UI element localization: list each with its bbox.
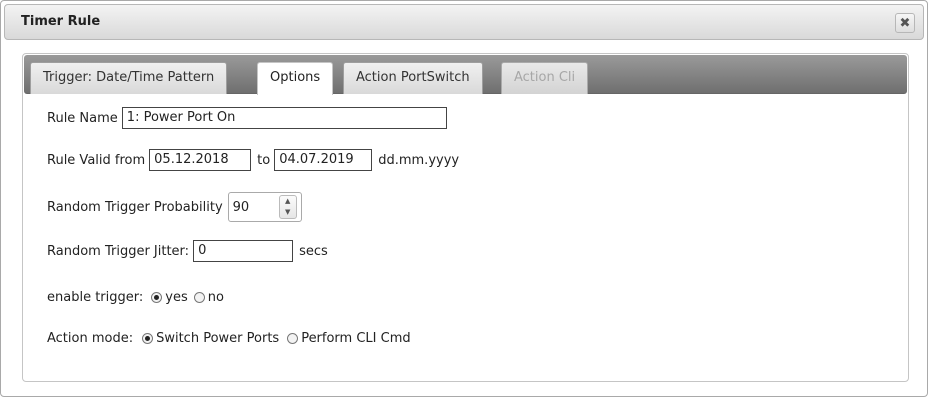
switch-power-ports-label[interactable]: Switch Power Ports [156,331,279,346]
enable-trigger-row: enable trigger: yes no [47,290,224,305]
tab-strip: Trigger: Date/Time Pattern Options Actio… [24,55,907,95]
perform-cli-cmd-label[interactable]: Perform CLI Cmd [301,331,410,346]
enable-yes-label[interactable]: yes [165,290,187,305]
action-mode-row: Action mode: Switch Power Ports Perform … [47,331,411,346]
rule-valid-row: Rule Valid from 05.12.2018 to 04.07.2019… [47,149,459,171]
probability-row: Random Trigger Probability 90 ▲ ▼ [47,192,302,222]
enable-no-radio[interactable] [193,292,205,303]
valid-to-value: 04.07.2019 [279,152,354,167]
probability-label: Random Trigger Probability [47,199,223,215]
dialog-titlebar[interactable]: Timer Rule ✖ [4,4,924,40]
tab-action-portswitch[interactable]: Action PortSwitch [343,62,483,94]
action-mode-label: Action mode: [47,331,134,346]
close-icon: ✖ [899,15,911,31]
tab-label: Action PortSwitch [356,70,470,85]
valid-from-input[interactable]: 05.12.2018 [149,149,252,171]
valid-to-input[interactable]: 04.07.2019 [274,149,373,171]
rule-name-row: Rule Name 1: Power Port On [47,107,447,129]
spinner-buttons: ▲ ▼ [278,195,297,219]
timer-rule-dialog: Timer Rule ✖ Trigger: Date/Time Pattern … [0,0,928,397]
enable-trigger-label: enable trigger: [47,290,144,305]
probability-value: 90 [232,199,250,215]
jitter-value: 0 [198,243,207,258]
tab-label: Trigger: Date/Time Pattern [43,70,215,85]
valid-from-value: 05.12.2018 [154,152,229,167]
tab-label: Action Cli [514,70,576,85]
switch-power-ports-radio[interactable] [142,333,154,344]
spin-down-icon[interactable]: ▼ [280,207,296,218]
jitter-label: Random Trigger Jitter: [47,243,190,259]
rule-valid-label: Rule Valid from [47,152,146,168]
close-button[interactable]: ✖ [895,13,915,33]
jitter-row: Random Trigger Jitter: 0 secs [47,240,328,262]
tab-options[interactable]: Options [257,62,334,95]
date-format-hint: dd.mm.yyyy [378,152,460,168]
dialog-title: Timer Rule [21,14,101,29]
tabs-panel: Trigger: Date/Time Pattern Options Actio… [22,53,909,382]
tab-trigger-date-time-pattern[interactable]: Trigger: Date/Time Pattern [30,62,228,94]
rule-name-value: 1: Power Port On [126,110,236,125]
spin-up-icon[interactable]: ▲ [280,196,296,207]
rule-name-label: Rule Name [47,110,118,126]
tab-action-cli: Action Cli [501,62,589,94]
jitter-input[interactable]: 0 [193,240,294,262]
rule-name-input[interactable]: 1: Power Port On [121,107,447,129]
enable-no-label[interactable]: no [208,290,224,305]
jitter-unit: secs [299,243,328,259]
valid-to-label: to [257,152,271,168]
probability-spinner[interactable]: 90 ▲ ▼ [227,192,302,222]
perform-cli-cmd-radio[interactable] [287,333,299,344]
tab-label: Options [270,70,321,85]
enable-yes-radio[interactable] [151,292,163,303]
